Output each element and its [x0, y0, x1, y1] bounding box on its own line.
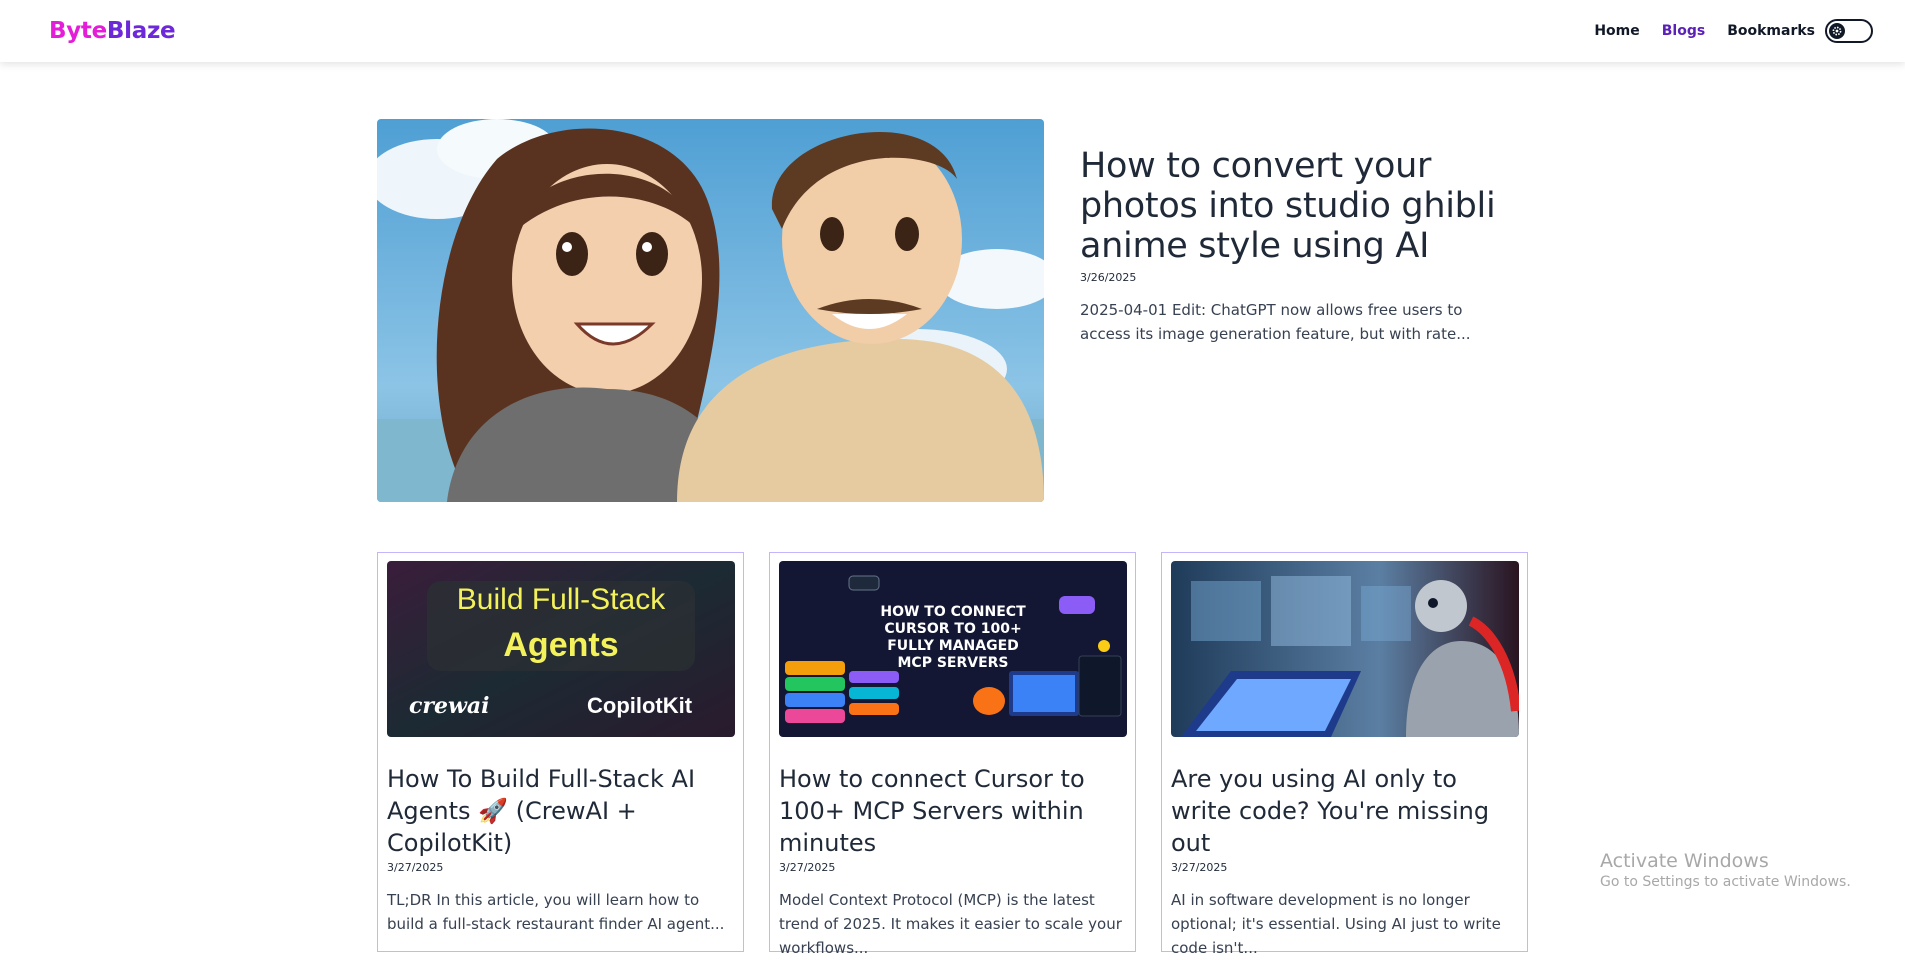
gear-icon — [1829, 23, 1845, 39]
featured-date: 3/26/2025 — [1080, 271, 1137, 284]
card-date: 3/27/2025 — [387, 861, 444, 874]
blog-card-1[interactable]: Build Full-Stack Agents crewai CopilotKi… — [377, 552, 744, 952]
brand-logo[interactable]: ByteBlaze — [49, 18, 176, 44]
nav-link-home[interactable]: Home — [1594, 23, 1639, 39]
featured-title[interactable]: How to convert your photos into studio g… — [1080, 146, 1510, 266]
top-navbar: ByteBlaze Home Blogs Bookmarks — [0, 0, 1905, 62]
brand-part-2: Blaze — [106, 18, 176, 44]
featured-image[interactable] — [377, 119, 1044, 502]
card-title[interactable]: Are you using AI only to write code? You… — [1171, 763, 1518, 859]
card-thumbnail — [1171, 561, 1519, 737]
thumb-text-line2: Agents — [503, 626, 618, 664]
card-excerpt: Model Context Protocol (MCP) is the late… — [779, 891, 1122, 957]
blog-card-3[interactable]: Are you using AI only to write code? You… — [1161, 552, 1528, 957]
nav-link-bookmarks[interactable]: Bookmarks — [1727, 23, 1815, 39]
card-date: 3/27/2025 — [1171, 861, 1228, 874]
nav-menu: Home Blogs Bookmarks — [1572, 19, 1873, 43]
thumb-logo-right: CopilotKit — [587, 693, 693, 718]
thumb-text-line1: HOW TO CONNECT — [880, 604, 1026, 620]
thumb-text-line2: CURSOR TO 100+ — [884, 621, 1021, 637]
featured-post: How to convert your photos into studio g… — [1080, 146, 1510, 346]
windows-activation-watermark: Activate Windows Go to Settings to activ… — [1600, 850, 1851, 890]
card-date: 3/27/2025 — [779, 861, 836, 874]
blog-card-2[interactable]: HOW TO CONNECT CURSOR TO 100+ FULLY MANA… — [769, 552, 1136, 957]
card-thumbnail: HOW TO CONNECT CURSOR TO 100+ FULLY MANA… — [779, 561, 1127, 737]
nav-link-blogs[interactable]: Blogs — [1662, 23, 1705, 39]
thumb-text-line4: MCP SERVERS — [897, 655, 1008, 671]
watermark-line1: Activate Windows — [1600, 850, 1769, 872]
brand-part-1: Byte — [49, 18, 107, 44]
thumb-text-line3: FULLY MANAGED — [887, 638, 1019, 654]
watermark-line2: Go to Settings to activate Windows. — [1600, 874, 1851, 890]
card-title[interactable]: How to connect Cursor to 100+ MCP Server… — [779, 763, 1126, 859]
thumb-text-line1: Build Full-Stack — [457, 583, 666, 616]
card-excerpt: AI in software development is no longer … — [1171, 891, 1501, 957]
card-excerpt: TL;DR In this article, you will learn ho… — [387, 891, 725, 933]
featured-excerpt: 2025-04-01 Edit: ChatGPT now allows free… — [1080, 301, 1471, 343]
thumb-logo-left: crewai — [409, 693, 490, 719]
card-thumbnail: Build Full-Stack Agents crewai CopilotKi… — [387, 561, 735, 737]
card-title[interactable]: How To Build Full-Stack AI Agents 🚀 (Cre… — [387, 763, 734, 859]
theme-toggle[interactable] — [1825, 19, 1873, 43]
